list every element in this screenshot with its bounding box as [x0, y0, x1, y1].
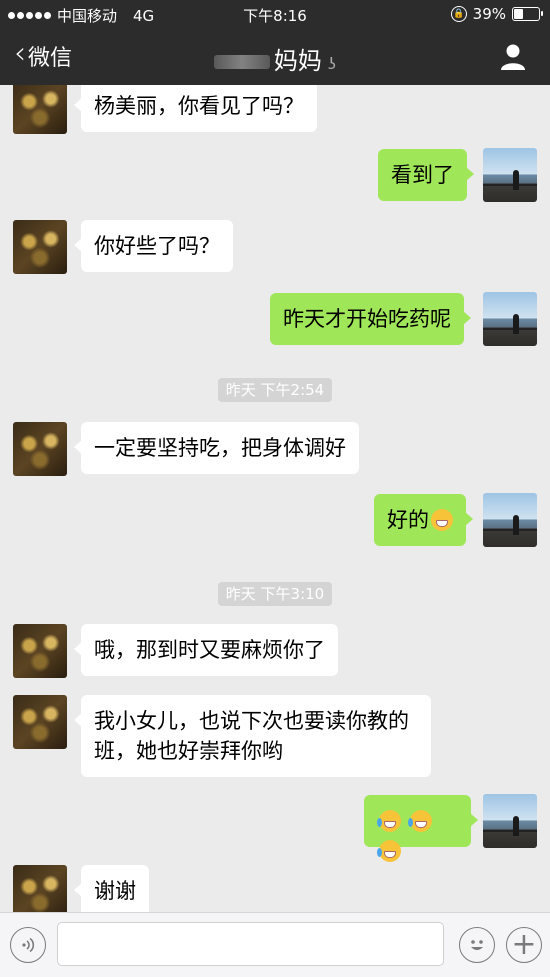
- smiley-icon: [471, 940, 483, 950]
- incoming-bubble[interactable]: 你好些了吗？: [74, 220, 233, 272]
- crying-laughing-emoji: [377, 840, 401, 862]
- crying-laughing-emoji: [377, 810, 401, 832]
- voice-button[interactable]: [10, 927, 46, 963]
- message-line: 我小女儿，也说下次也要读你教的: [94, 709, 409, 733]
- my-avatar[interactable]: [483, 493, 537, 547]
- contact-avatar[interactable]: [13, 865, 67, 912]
- incoming-bubble[interactable]: 杨美丽，你看见了吗？: [74, 85, 317, 132]
- incoming-bubble[interactable]: 我小女儿，也说下次也要读你教的 班，她也好崇拜你哟: [74, 695, 431, 777]
- incoming-bubble[interactable]: 谢谢: [74, 865, 149, 912]
- plus-icon: +: [511, 927, 537, 962]
- message-input[interactable]: [57, 922, 444, 966]
- profile-icon[interactable]: [498, 42, 528, 72]
- message-list[interactable]: 杨美丽，你看见了吗？ 看到了 你好些了吗？ 昨天才开始吃药呢 昨天 下午2:54…: [0, 85, 550, 912]
- message-line: 班，她也好崇拜你哟: [94, 739, 283, 763]
- crying-laughing-emoji: [407, 810, 432, 832]
- chat-title: 妈妈 ʖ: [0, 41, 550, 76]
- contact-avatar[interactable]: [13, 220, 67, 274]
- more-button[interactable]: +: [506, 927, 542, 963]
- status-right: 🔒 39%: [450, 5, 543, 23]
- chat-header: ‹ 微信 妈妈 ʖ: [0, 28, 550, 85]
- rotation-lock-icon: 🔒: [450, 6, 467, 22]
- my-avatar[interactable]: [483, 794, 537, 848]
- timestamp-label: 昨天 下午2:54: [217, 378, 333, 402]
- timestamp: 昨天 下午3:10: [0, 582, 550, 606]
- incoming-bubble[interactable]: 哦，那到时又要麻烦你了: [74, 624, 338, 676]
- timestamp: 昨天 下午2:54: [0, 378, 550, 402]
- status-bar: 中国移动 4G 下午8:16 🔒 39%: [0, 0, 550, 28]
- contact-avatar[interactable]: [13, 422, 67, 476]
- input-bar: +: [0, 912, 550, 977]
- voice-icon: [22, 937, 35, 953]
- my-avatar[interactable]: [483, 292, 537, 346]
- ear-icon: ʖ: [327, 54, 337, 73]
- contact-name: 妈妈: [273, 47, 322, 75]
- contact-avatar[interactable]: [13, 85, 67, 134]
- my-avatar[interactable]: [483, 148, 537, 202]
- incoming-bubble[interactable]: 一定要坚持吃，把身体调好: [74, 422, 359, 474]
- battery-percent: 39%: [472, 5, 506, 23]
- grin-emoji: [431, 509, 453, 531]
- redacted-name: [213, 55, 270, 69]
- outgoing-bubble[interactable]: 昨天才开始吃药呢: [270, 293, 471, 345]
- contact-avatar[interactable]: [13, 695, 67, 749]
- emoji-button[interactable]: [459, 927, 495, 963]
- outgoing-bubble[interactable]: 好的: [374, 494, 473, 546]
- timestamp-label: 昨天 下午3:10: [217, 582, 333, 606]
- outgoing-bubble[interactable]: 看到了: [378, 149, 474, 201]
- battery-icon: [512, 7, 543, 21]
- outgoing-bubble[interactable]: [364, 795, 478, 862]
- message-text: 好的: [387, 508, 429, 532]
- contact-avatar[interactable]: [13, 624, 67, 678]
